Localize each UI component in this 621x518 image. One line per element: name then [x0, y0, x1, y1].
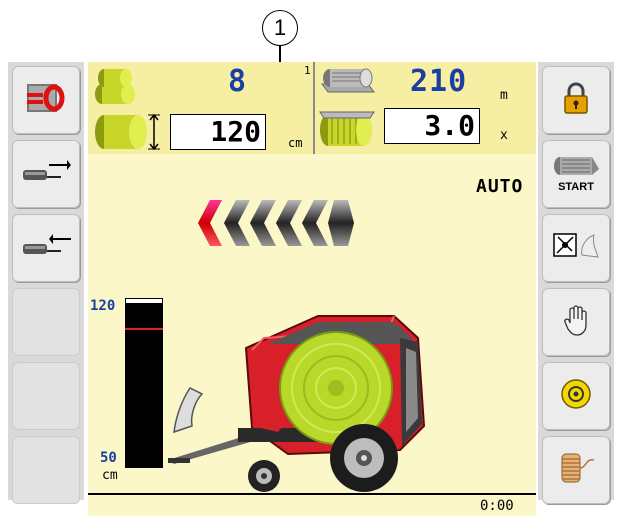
- knife-button[interactable]: [542, 214, 610, 282]
- extend-arrow-icon: [21, 157, 71, 191]
- start-label: START: [558, 181, 594, 193]
- bale-stack-icon: [94, 66, 138, 110]
- wrapped-bale-icon: [318, 108, 378, 154]
- settings-button[interactable]: [542, 362, 610, 430]
- bale-count: 8: [228, 64, 248, 99]
- round-settings-icon: [559, 377, 593, 415]
- empty-button-3[interactable]: [12, 436, 80, 504]
- net-wraps-input[interactable]: 3.0: [384, 108, 480, 144]
- net-wraps-unit: x: [500, 128, 508, 143]
- reset-zero-icon: [23, 78, 69, 122]
- status-divider: [88, 493, 536, 495]
- header-divider: [313, 62, 315, 154]
- direction-chevrons-icon: [196, 198, 366, 252]
- padlock-icon: [561, 81, 591, 119]
- reset-counter-button[interactable]: [12, 66, 80, 134]
- retract-arrow-icon: [21, 231, 71, 265]
- empty-button-1[interactable]: [12, 288, 80, 356]
- net-indicator: 1: [304, 64, 311, 77]
- diameter-gauge-marker: [125, 328, 163, 330]
- diameter-gauge: [125, 298, 163, 468]
- diameter-gauge-top: [125, 298, 163, 304]
- mode-label: AUTO: [476, 176, 524, 197]
- start-net-button[interactable]: START: [542, 140, 610, 208]
- gauge-max-label: 120: [90, 298, 116, 314]
- extend-button[interactable]: [12, 140, 80, 208]
- bale-diameter-icon: [94, 112, 164, 156]
- lock-button[interactable]: [542, 66, 610, 134]
- net-length-unit: m: [500, 88, 508, 103]
- knife-icon: [552, 231, 600, 265]
- elapsed-time: 0:00: [480, 498, 514, 514]
- hand-icon: [561, 303, 591, 341]
- left-button-panel: [8, 62, 84, 504]
- gauge-unit: cm: [102, 468, 118, 483]
- bale-diameter-input[interactable]: 120: [170, 114, 266, 150]
- twine-button[interactable]: [542, 436, 610, 504]
- empty-button-2[interactable]: [12, 362, 80, 430]
- diameter-unit: cm: [288, 136, 303, 150]
- gauge-min-label: 50: [100, 450, 117, 466]
- baler-machine-icon: [168, 308, 428, 500]
- net-roll-icon: [552, 155, 600, 181]
- net-length: 210: [410, 64, 468, 99]
- callout-number: 1: [262, 10, 298, 46]
- manual-button[interactable]: [542, 288, 610, 356]
- twine-spool-icon: [556, 448, 596, 492]
- right-button-panel: START: [538, 62, 614, 504]
- net-roll-small-icon: [318, 66, 376, 100]
- retract-button[interactable]: [12, 214, 80, 282]
